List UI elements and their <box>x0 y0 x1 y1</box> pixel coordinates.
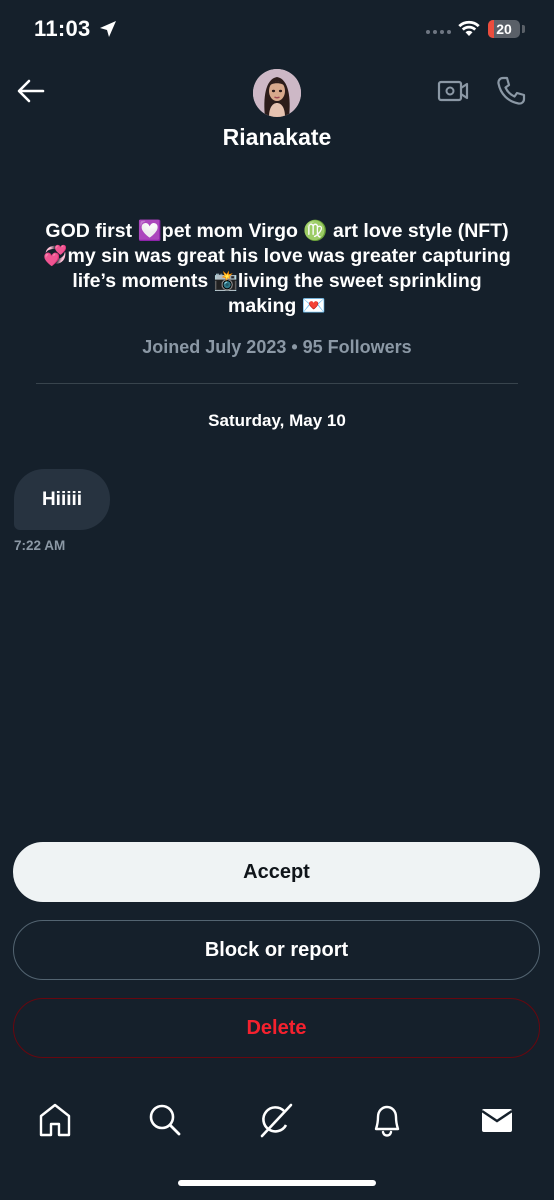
message-bubble[interactable]: Hiiiii <box>14 469 110 530</box>
avatar-image <box>253 69 301 117</box>
battery-tip <box>522 25 525 33</box>
signal-dots-icon <box>426 30 451 34</box>
phone-icon[interactable] <box>494 74 528 108</box>
display-name[interactable]: Rianakate <box>0 124 554 151</box>
tab-bar <box>0 1080 554 1160</box>
avatar[interactable] <box>253 69 301 117</box>
divider <box>36 383 518 384</box>
status-bar: 11:03 20 <box>0 0 554 60</box>
home-indicator <box>178 1180 376 1186</box>
location-arrow-icon <box>100 21 116 37</box>
notifications-icon[interactable] <box>368 1101 406 1139</box>
delete-button[interactable]: Delete <box>13 998 540 1058</box>
search-icon[interactable] <box>146 1101 184 1139</box>
date-separator: Saturday, May 10 <box>208 411 346 430</box>
wifi-icon <box>458 20 480 36</box>
home-icon[interactable] <box>36 1101 74 1139</box>
block-or-report-button[interactable]: Block or report <box>13 920 540 980</box>
messages-icon[interactable] <box>478 1101 516 1139</box>
accept-button[interactable]: Accept <box>13 842 540 902</box>
profile-meta: Joined July 2023 • 95 Followers <box>142 337 412 357</box>
video-camera-icon[interactable] <box>436 74 470 108</box>
battery-icon: 20 <box>488 20 520 38</box>
back-arrow-icon[interactable] <box>14 74 48 108</box>
status-time: 11:03 <box>34 16 91 41</box>
profile-bio: GOD first 💟pet mom Virgo ♍️ art love sty… <box>43 220 511 317</box>
battery-level: 20 <box>496 21 512 37</box>
grok-icon[interactable] <box>257 1101 295 1139</box>
message-timestamp: 7:22 AM <box>14 538 66 553</box>
